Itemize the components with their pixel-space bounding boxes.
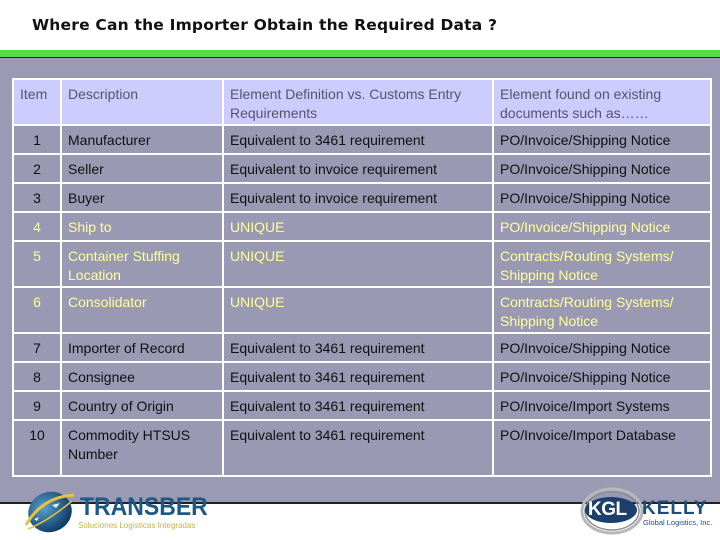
kgl-logo: KGL KELLY Global Logistics, Inc. (580, 487, 720, 537)
globe-swoosh-icon (24, 491, 75, 533)
cell-definition: Equivalent to 3461 requirement (222, 390, 494, 421)
header-documents: Element found on existing documents such… (492, 78, 712, 126)
table-row: 9 Country of Origin Equivalent to 3461 req… (12, 390, 712, 421)
cell-documents: PO/Invoice/Shipping Notice (492, 211, 712, 242)
kelly-tagline: Global Logistics, Inc. (643, 518, 713, 527)
cell-item: 4 (12, 211, 62, 242)
cell-definition: Equivalent to 3461 requirement (222, 332, 494, 363)
cell-documents: PO/Invoice/Import Database (492, 419, 712, 477)
cell-definition: Equivalent to invoice requirement (222, 182, 494, 213)
kelly-wordmark: KELLY (642, 498, 708, 519)
table-row: 7 Importer of Record Equivalent to 3461 re… (12, 332, 712, 363)
cell-definition: Equivalent to 3461 requirement (222, 124, 494, 155)
cell-definition: UNIQUE (222, 240, 494, 288)
cell-documents: PO/Invoice/Shipping Notice (492, 124, 712, 155)
cell-description: Importer of Record (60, 332, 224, 363)
kgl-badge: KGL (588, 499, 627, 520)
cell-documents: PO/Invoice/Import Systems (492, 390, 712, 421)
cell-item: 2 (12, 153, 62, 184)
table-row: 5 Container Stuffing Location UNIQUE Contra… (12, 240, 712, 288)
cell-definition: UNIQUE (222, 286, 494, 334)
cell-description: Manufacturer (60, 124, 224, 155)
cell-documents: PO/Invoice/Shipping Notice (492, 182, 712, 213)
cell-documents: PO/Invoice/Shipping Notice (492, 153, 712, 184)
cell-description: Consolidator (60, 286, 224, 334)
table-row: 2 Seller Equivalent to invoice requirement… (12, 153, 712, 184)
cell-definition: UNIQUE (222, 211, 494, 242)
cell-description: Country of Origin (60, 390, 224, 421)
cell-item: 5 (12, 240, 62, 288)
header-description: Description (60, 78, 224, 126)
table-row: 1 Manufacturer Equivalent to 3461 requirem… (12, 124, 712, 155)
header-item: Item (12, 78, 62, 126)
cell-definition: Equivalent to invoice requirement (222, 153, 494, 184)
header-definition: Element Definition vs. Customs Entry Req… (222, 78, 494, 126)
cell-documents: PO/Invoice/Shipping Notice (492, 332, 712, 363)
cell-item: 3 (12, 182, 62, 213)
cell-description: Buyer (60, 182, 224, 213)
cell-description: Consignee (60, 361, 224, 392)
cell-item: 7 (12, 332, 62, 363)
table-row: 8 Consignee Equivalent to 3461 requirement… (12, 361, 712, 392)
cell-documents: PO/Invoice/Shipping Notice (492, 361, 712, 392)
cell-item: 10 (12, 419, 62, 477)
cell-item: 9 (12, 390, 62, 421)
cell-documents: Contracts/Routing Systems/ Shipping Noti… (492, 286, 712, 334)
cell-description: Container Stuffing Location (60, 240, 224, 288)
table-row: 4 Ship to UNIQUE PO/Invoice/Shipping Notice (12, 211, 712, 242)
cell-item: 6 (12, 286, 62, 334)
transber-logo: TRANSBER Soluciones Logísticas Integrada… (22, 487, 208, 537)
cell-item: 8 (12, 361, 62, 392)
accent-bar (0, 50, 720, 58)
slide-title: Where Can the Importer Obtain the Requir… (32, 16, 498, 34)
table-row: 3 Buyer Equivalent to invoice requirement P… (12, 182, 712, 213)
table-row: 10 Commodity HTSUS Number Equivalent to 34… (12, 419, 712, 477)
data-requirements-table: Item Description Element Definition vs. … (12, 78, 712, 477)
cell-documents: Contracts/Routing Systems/ Shipping Noti… (492, 240, 712, 288)
transber-wordmark: TRANSBER (80, 493, 208, 521)
cell-description: Seller (60, 153, 224, 184)
table-row: 6 Consolidator UNIQUE Contracts/Routing Sys… (12, 286, 712, 334)
cell-definition: Equivalent to 3461 requirement (222, 419, 494, 477)
cell-description: Ship to (60, 211, 224, 242)
cell-item: 1 (12, 124, 62, 155)
cell-definition: Equivalent to 3461 requirement (222, 361, 494, 392)
transber-tagline: Soluciones Logísticas Integradas (78, 521, 196, 530)
table-header-row: Item Description Element Definition vs. … (12, 78, 712, 126)
cell-description: Commodity HTSUS Number (60, 419, 224, 477)
